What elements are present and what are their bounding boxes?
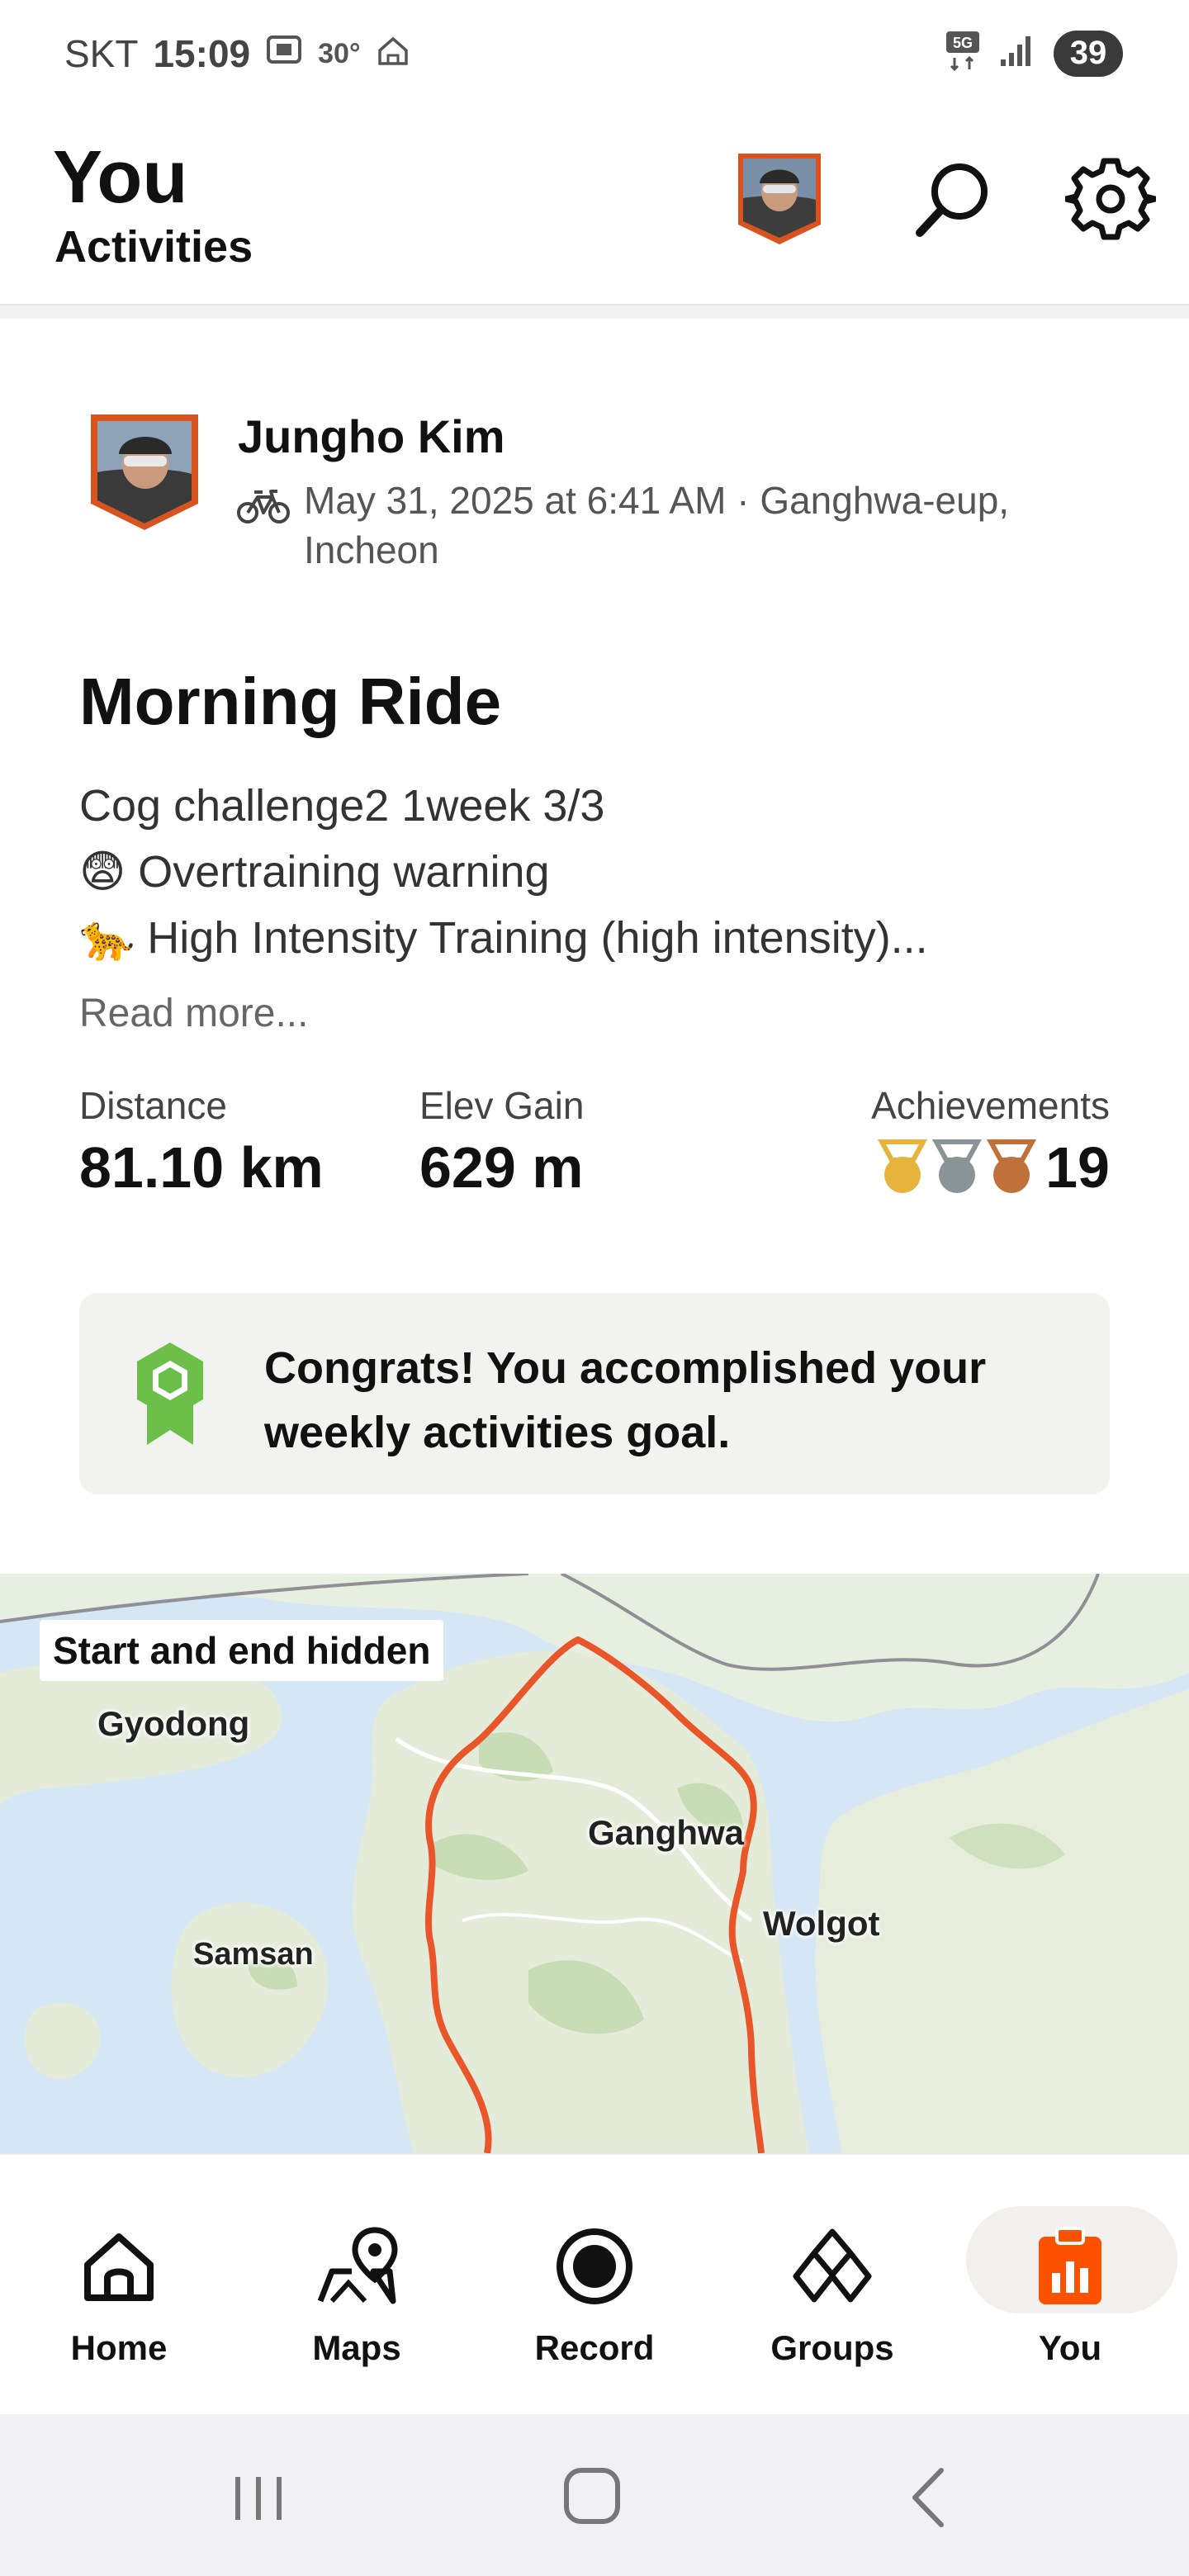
- status-right: 5G 39: [945, 30, 1123, 77]
- recent-apps-button[interactable]: [221, 2460, 296, 2535]
- battery-indicator: 39: [1054, 30, 1123, 77]
- status-left: SKT 15:09 30°: [64, 31, 410, 76]
- read-more-link[interactable]: Read more...: [79, 991, 308, 1036]
- weekly-goal-banner[interactable]: Congrats! You accomplished your weekly a…: [79, 1293, 1110, 1494]
- description-line: 🐆 High Intensity Training (high intensit…: [79, 913, 928, 963]
- activity-meta: May 31, 2025 at 6:41 AM · Ganghwa-eup, I…: [304, 476, 1113, 575]
- stat-distance: Distance 81.10 km: [79, 1083, 324, 1200]
- page-subtitle-tab[interactable]: Activities: [54, 221, 253, 272]
- bronze-medal-icon: [987, 1139, 1037, 1193]
- description-line: 😨 Overtraining warning: [79, 847, 550, 897]
- gold-medal-icon: [878, 1139, 928, 1193]
- activity-description: Cog challenge2 1week 3/3 😨 Overtraining …: [79, 773, 1120, 971]
- clipboard-chart-icon: [1025, 2221, 1116, 2312]
- nav-you[interactable]: You: [951, 2155, 1189, 2416]
- signal-icon: [999, 35, 1035, 72]
- home-status-icon: [376, 31, 410, 76]
- page-title: You: [53, 136, 188, 219]
- bottom-nav: Home Maps Record Groups You: [0, 2153, 1189, 2414]
- congrats-message: Congrats! You accomplished your weekly a…: [264, 1343, 987, 1457]
- achievements-count: 19: [1045, 1135, 1110, 1200]
- distance-value: 81.10 km: [79, 1135, 324, 1200]
- nav-record-label: Record: [534, 2328, 655, 2367]
- nav-groups-label: Groups: [770, 2328, 894, 2367]
- search-button[interactable]: [908, 154, 999, 244]
- achievements-row: 19: [871, 1134, 1110, 1200]
- stat-elevation: Elev Gain 629 m: [419, 1083, 584, 1200]
- athlete-avatar[interactable]: [88, 410, 201, 532]
- header-divider: [0, 304, 1189, 319]
- achievements-label: Achievements: [871, 1084, 1110, 1127]
- nav-home[interactable]: Home: [0, 2155, 238, 2416]
- back-button[interactable]: [892, 2460, 966, 2535]
- elev-value: 629 m: [419, 1135, 584, 1200]
- network-5g-icon: 5G: [945, 30, 981, 77]
- home-square-icon: [564, 2468, 620, 2524]
- carrier: SKT: [64, 32, 139, 75]
- home-system-button[interactable]: [557, 2460, 631, 2535]
- map-label-wolgot: Wolgot: [763, 1904, 880, 1943]
- system-nav-bar: [0, 2414, 1189, 2576]
- recent-apps-icon: [235, 2477, 282, 2520]
- nav-record[interactable]: Record: [476, 2155, 713, 2416]
- nav-maps-label: Maps: [312, 2328, 401, 2367]
- activity-title[interactable]: Morning Ride: [79, 664, 501, 740]
- map-label-ganghwa: Ganghwa: [588, 1813, 745, 1852]
- search-icon: [916, 163, 988, 237]
- award-ribbon-icon: [130, 1339, 210, 1448]
- profile-avatar-button[interactable]: [735, 149, 824, 246]
- silver-medal-icon: [932, 1139, 983, 1193]
- svg-text:5G: 5G: [953, 35, 973, 51]
- home-icon: [73, 2221, 164, 2312]
- athlete-avatar-image: [91, 414, 198, 530]
- activity-location-city: Incheon: [304, 528, 439, 571]
- map-pin-icon: [311, 2221, 402, 2312]
- status-bar: SKT 15:09 30° 5G 39: [0, 0, 1189, 107]
- description-line: Cog challenge2 1week 3/3: [79, 781, 605, 831]
- bike-icon: [236, 487, 291, 525]
- record-icon: [549, 2221, 640, 2312]
- nav-groups[interactable]: Groups: [713, 2155, 951, 2416]
- route-map[interactable]: Start and end hidden Gyodong Ganghwa Wol…: [0, 1574, 1189, 2153]
- user-avatar: [738, 154, 821, 244]
- nav-you-label: You: [1038, 2328, 1102, 2367]
- map-label-samsan: Samsan: [193, 1937, 314, 1972]
- clock: 15:09: [153, 32, 251, 75]
- temperature: 30°: [318, 37, 361, 69]
- app-header: You Activities: [0, 124, 1189, 307]
- elev-label: Elev Gain: [419, 1084, 585, 1127]
- activity-date-location: May 31, 2025 at 6:41 AM · Ganghwa-eup,: [304, 479, 1010, 522]
- nav-maps[interactable]: Maps: [238, 2155, 476, 2416]
- stat-achievements[interactable]: Achievements 19: [871, 1083, 1110, 1200]
- settings-button[interactable]: [1063, 154, 1158, 244]
- distance-label: Distance: [79, 1084, 227, 1127]
- groups-icon: [787, 2221, 878, 2312]
- back-chevron-icon: [912, 2468, 944, 2527]
- athlete-name[interactable]: Jungho Kim: [238, 410, 505, 463]
- gear-icon: [1063, 158, 1158, 240]
- nav-home-label: Home: [70, 2328, 168, 2367]
- map-label-gyodong: Gyodong: [97, 1704, 250, 1743]
- privacy-badge: Start and end hidden: [40, 1620, 444, 1681]
- screen-record-icon: [265, 31, 303, 76]
